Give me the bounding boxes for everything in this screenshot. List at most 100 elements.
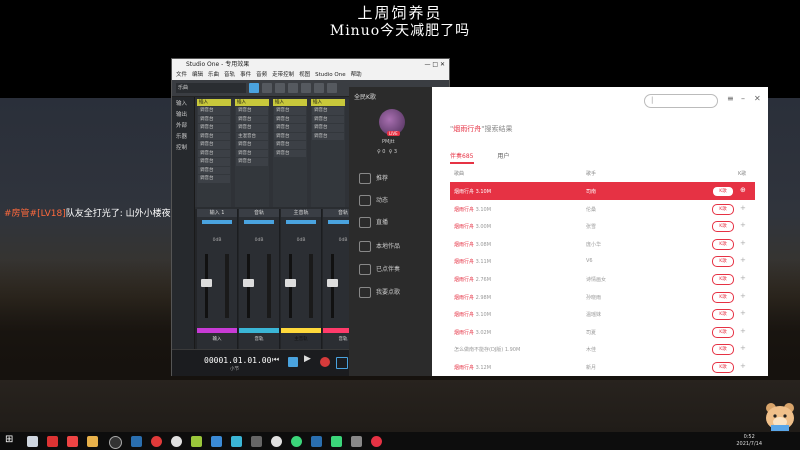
- play-icon[interactable]: ▶: [304, 354, 314, 364]
- minimize-icon[interactable]: –: [741, 94, 745, 103]
- add-icon[interactable]: +: [740, 239, 746, 247]
- table-row[interactable]: 烟雨行舟 2.76M 诗情画女 K歌 +: [450, 270, 755, 288]
- add-icon[interactable]: +: [740, 256, 746, 264]
- eraser-tool-icon[interactable]: [288, 83, 298, 93]
- k-song-button[interactable]: K歌: [712, 344, 734, 356]
- pan-slider[interactable]: [202, 220, 232, 224]
- app-cyan-icon[interactable]: [231, 436, 242, 447]
- insert-slot[interactable]: 调音台: [198, 107, 230, 115]
- nav-item-feed[interactable]: 动态: [359, 195, 388, 206]
- k-song-button[interactable]: K歌: [712, 309, 734, 321]
- settings-icon[interactable]: [109, 436, 122, 449]
- table-row[interactable]: 烟雨行舟 3.08M 庞小华 K歌 +: [450, 235, 755, 253]
- add-icon[interactable]: +: [740, 204, 746, 212]
- chrome-icon[interactable]: [271, 436, 282, 447]
- insert-slot[interactable]: 调音台: [236, 124, 268, 132]
- volume-fader[interactable]: [201, 279, 212, 287]
- tab-accompaniment[interactable]: 伴奏685: [450, 153, 473, 160]
- insert-slot[interactable]: 调音台: [274, 132, 306, 140]
- loop-icon[interactable]: [336, 357, 348, 369]
- wechat-icon-2[interactable]: [331, 436, 342, 447]
- insert-slot[interactable]: 调音台: [198, 158, 230, 166]
- insert-slot[interactable]: 调音台: [198, 166, 230, 174]
- explorer-icon[interactable]: [27, 436, 38, 447]
- add-icon[interactable]: +: [740, 327, 746, 335]
- volume-fader[interactable]: [243, 279, 254, 287]
- app-red-icon[interactable]: [47, 436, 58, 447]
- record-button[interactable]: [320, 357, 330, 367]
- table-row[interactable]: 烟雨行舟 3.10M 司南 K歌 ⊕: [450, 182, 755, 200]
- app-green-icon[interactable]: [191, 436, 202, 447]
- menu-audio[interactable]: 音频: [256, 71, 267, 80]
- table-row[interactable]: 烟雨行舟 2.98M 孙晓雨 K歌 +: [450, 288, 755, 306]
- folder-icon[interactable]: [87, 436, 98, 447]
- nav-item-recommend[interactable]: 推荐: [359, 173, 388, 184]
- insert-slot[interactable]: 调音台: [236, 158, 268, 166]
- add-icon[interactable]: ⊕: [740, 186, 746, 194]
- preset-field[interactable]: 乐曲: [176, 83, 246, 93]
- insert-slot[interactable]: 调音台: [198, 132, 230, 140]
- insert-slot[interactable]: 调音台: [312, 124, 344, 132]
- insert-slot[interactable]: 调音台: [236, 141, 268, 149]
- table-row[interactable]: 烟雨行舟 3.10M 伦桑 K歌 +: [450, 200, 755, 218]
- add-icon[interactable]: +: [740, 221, 746, 229]
- menu-event[interactable]: 事件: [240, 71, 251, 80]
- start-icon[interactable]: ⊞: [5, 434, 16, 445]
- system-clock[interactable]: 0:52 2021/7/14: [736, 434, 762, 448]
- add-icon[interactable]: +: [740, 309, 746, 317]
- table-row[interactable]: 烟雨行舟 3.11M V6 K歌 +: [450, 252, 755, 270]
- steam-icon[interactable]: [131, 436, 142, 447]
- side-item-external[interactable]: 外部: [176, 121, 194, 130]
- menu-help[interactable]: 帮助: [351, 71, 362, 80]
- menu-song[interactable]: 乐曲: [208, 71, 219, 80]
- nav-item-ordered[interactable]: 已点伴奏: [359, 264, 400, 275]
- insert-slot[interactable]: 调音台: [312, 115, 344, 123]
- stop-button[interactable]: [288, 357, 298, 367]
- add-icon[interactable]: +: [740, 344, 746, 352]
- insert-slot[interactable]: 调音台: [198, 141, 230, 149]
- pan-slider[interactable]: [286, 220, 316, 224]
- add-icon[interactable]: +: [740, 362, 746, 370]
- k-song-button[interactable]: K歌: [712, 238, 734, 250]
- menu-studio-one[interactable]: Studio One: [315, 71, 345, 80]
- insert-slot[interactable]: 调音台: [312, 132, 344, 140]
- app-white-icon[interactable]: [171, 436, 182, 447]
- k-song-button[interactable]: K歌: [712, 291, 734, 303]
- side-item-output[interactable]: 输出: [176, 110, 194, 119]
- close-icon[interactable]: ✕: [754, 94, 761, 103]
- menu-edit[interactable]: 编辑: [192, 71, 203, 80]
- menu-track[interactable]: 音轨: [224, 71, 235, 80]
- insert-slot[interactable]: 调音台: [274, 141, 306, 149]
- table-row[interactable]: 烟雨行舟 3.00M 张雪 K歌 +: [450, 217, 755, 235]
- table-row[interactable]: 烟雨行舟 3.12M 新月 K歌 +: [450, 358, 755, 376]
- insert-slot[interactable]: 主混音台: [236, 132, 268, 140]
- k-song-button[interactable]: K歌: [712, 256, 734, 268]
- insert-slot[interactable]: 调音台: [198, 115, 230, 123]
- insert-slot[interactable]: 调音台: [198, 124, 230, 132]
- add-icon[interactable]: +: [740, 292, 746, 300]
- add-icon[interactable]: +: [740, 274, 746, 282]
- k-song-button[interactable]: K歌: [712, 221, 734, 233]
- volume-fader[interactable]: [285, 279, 296, 287]
- wechat-icon[interactable]: [291, 436, 302, 447]
- split-tool-icon[interactable]: [275, 83, 285, 93]
- table-row[interactable]: 烟雨行舟 3.02M 司夏 K歌 +: [450, 323, 755, 341]
- insert-slot[interactable]: 调音台: [274, 149, 306, 157]
- menu-icon[interactable]: ≡: [727, 94, 734, 103]
- pan-slider[interactable]: [244, 220, 274, 224]
- table-row[interactable]: 烟雨行舟 3.10M 温瑶妹 K歌 +: [450, 305, 755, 323]
- app-orange-icon[interactable]: [67, 436, 78, 447]
- rewind-icon[interactable]: ⏮: [272, 355, 282, 365]
- bend-tool-icon[interactable]: [327, 83, 337, 93]
- paint-tool-icon[interactable]: [301, 83, 311, 93]
- k-song-button[interactable]: K歌: [712, 326, 734, 338]
- insert-slot[interactable]: 调音台: [198, 175, 230, 183]
- insert-slot[interactable]: 调音台: [236, 149, 268, 157]
- table-row[interactable]: 怎么做南不能存(DJ版) 1.90M 木佳 K歌 +: [450, 340, 755, 358]
- kge-taskbar-icon[interactable]: [371, 436, 382, 447]
- netease-icon[interactable]: [151, 436, 162, 447]
- side-item-instrument[interactable]: 乐器: [176, 132, 194, 141]
- app-icon[interactable]: [351, 436, 362, 447]
- k-song-button[interactable]: K歌: [712, 186, 734, 197]
- insert-slot[interactable]: 调音台: [274, 107, 306, 115]
